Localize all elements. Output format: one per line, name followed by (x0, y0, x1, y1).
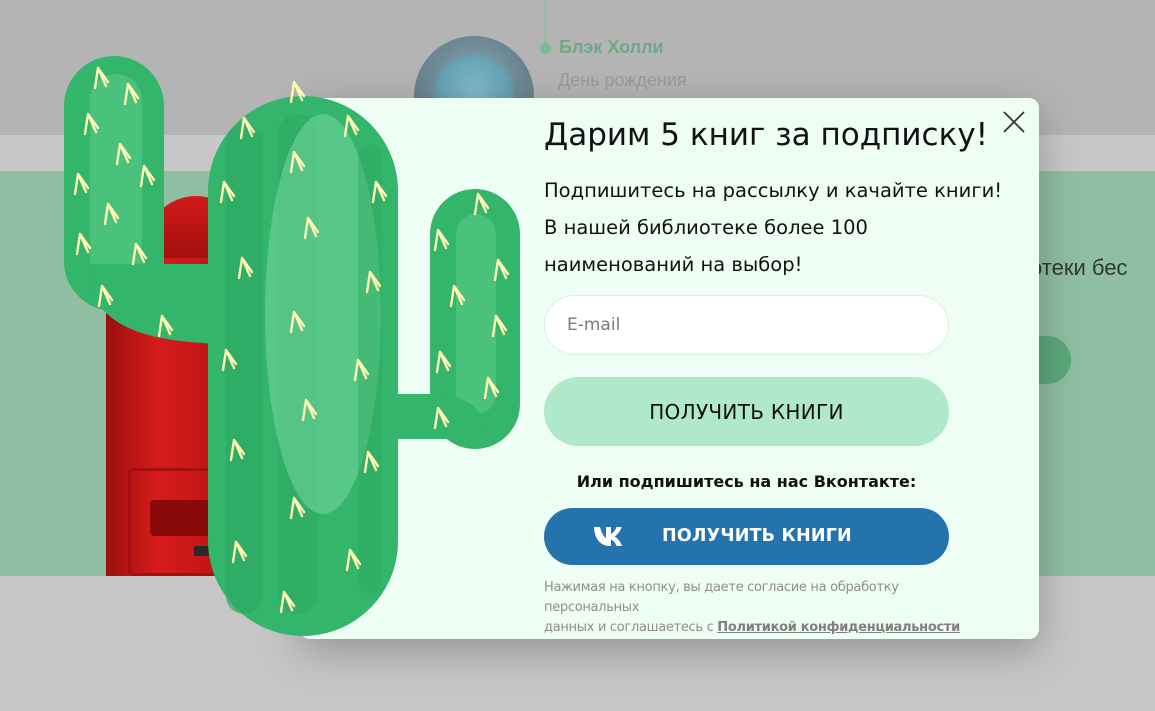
privacy-policy-link[interactable]: Политикой конфиденциальности (717, 620, 960, 635)
timeline-line (544, 0, 546, 48)
cactus-illustration (64, 56, 520, 636)
get-books-button[interactable]: ПОЛУЧИТЬ КНИГИ (544, 377, 949, 446)
author-event-label: День рождения (558, 70, 687, 90)
close-button[interactable] (1002, 110, 1026, 134)
consent-line: Нажимая на кнопку, вы даете согласие на … (544, 580, 899, 615)
vk-icon (594, 527, 622, 546)
modal-description: Подпишитесь на рассылку и качайте книги!… (544, 172, 1014, 283)
close-icon (1003, 111, 1025, 133)
modal-title: Дарим 5 книг за подписку! (544, 117, 989, 153)
description-line: В нашей библиотеке более 100 (544, 216, 868, 239)
description-line: наименований на выбор! (544, 253, 803, 276)
vk-subscribe-caption: Или подпишитесь на нас Вконтакте: (576, 472, 917, 491)
email-field[interactable] (544, 295, 949, 355)
consent-text: Нажимая на кнопку, вы даете согласие на … (544, 578, 994, 638)
background-heading: отеки бес (1030, 255, 1128, 280)
timeline-dot (540, 43, 551, 54)
vk-get-books-button[interactable]: ПОЛУЧИТЬ КНИГИ (544, 508, 949, 565)
vk-button-label: ПОЛУЧИТЬ КНИГИ (662, 526, 852, 546)
description-line: Подпишитесь на рассылку и качайте книги! (544, 179, 1003, 202)
consent-line: данных и соглашаетесь с (544, 620, 718, 635)
author-name: Блэк Холли (559, 37, 664, 57)
